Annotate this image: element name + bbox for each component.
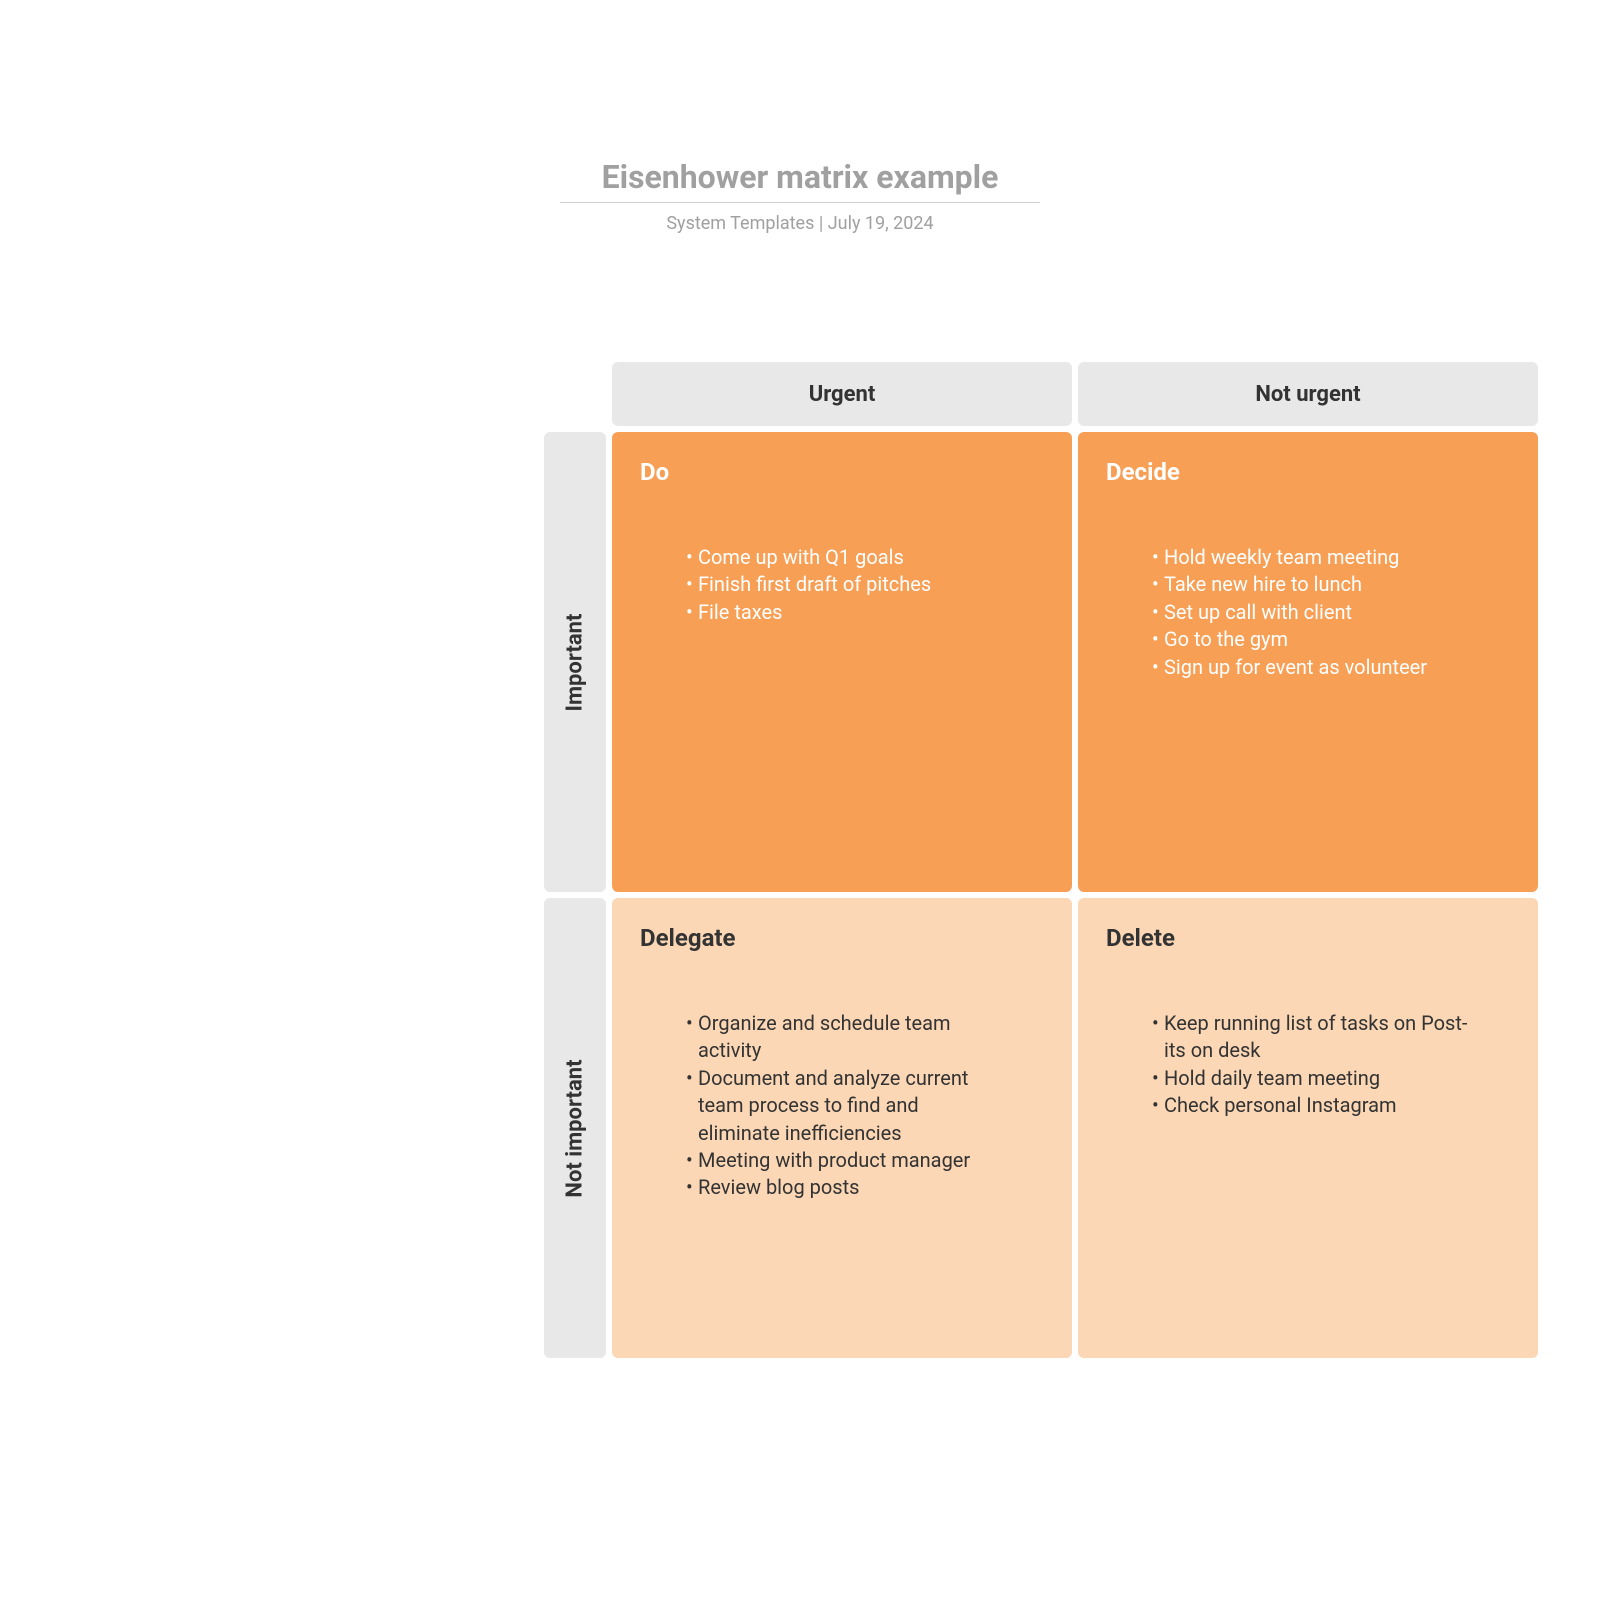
- row-header-not-important-label: Not important: [563, 1059, 588, 1197]
- quadrant-do-title: Do: [640, 458, 1044, 486]
- list-item: Come up with Q1 goals: [686, 544, 1044, 571]
- row-header-important-label: Important: [563, 613, 588, 711]
- row-important: Important Do Come up with Q1 goalsFinish…: [544, 432, 1538, 892]
- column-headers: Urgent Not urgent: [612, 362, 1538, 426]
- list-item: Check personal Instagram: [1152, 1092, 1510, 1119]
- list-item: Sign up for event as volunteer: [1152, 654, 1510, 681]
- list-item: Hold daily team meeting: [1152, 1065, 1510, 1092]
- quadrant-delete-list: Keep running list of tasks on Post-its o…: [1106, 1010, 1510, 1120]
- row-header-important: Important: [544, 432, 606, 892]
- list-item: Organize and schedule team activity: [686, 1010, 1044, 1065]
- list-item: Review blog posts: [686, 1174, 1044, 1201]
- eisenhower-matrix: Urgent Not urgent Important Do Come up w…: [544, 362, 1538, 1358]
- subtitle-separator: |: [814, 213, 827, 234]
- title-underline: [560, 202, 1040, 203]
- page-subtitle: System Templates | July 19, 2024: [560, 213, 1040, 234]
- quadrant-decide: Decide Hold weekly team meetingTake new …: [1078, 432, 1538, 892]
- list-item: Set up call with client: [1152, 599, 1510, 626]
- quadrant-decide-title: Decide: [1106, 458, 1510, 486]
- list-item: Keep running list of tasks on Post-its o…: [1152, 1010, 1510, 1065]
- list-item: Go to the gym: [1152, 626, 1510, 653]
- subtitle-author: System Templates: [666, 213, 814, 234]
- column-header-urgent: Urgent: [612, 362, 1072, 426]
- quadrant-decide-list: Hold weekly team meetingTake new hire to…: [1106, 544, 1510, 681]
- list-item: Finish first draft of pitches: [686, 571, 1044, 598]
- header: Eisenhower matrix example System Templat…: [560, 158, 1040, 234]
- quadrant-delegate: Delegate Organize and schedule team acti…: [612, 898, 1072, 1358]
- row-not-important: Not important Delegate Organize and sche…: [544, 898, 1538, 1358]
- list-item: Hold weekly team meeting: [1152, 544, 1510, 571]
- subtitle-date: July 19, 2024: [828, 213, 934, 234]
- list-item: Take new hire to lunch: [1152, 571, 1510, 598]
- quadrant-delete-title: Delete: [1106, 924, 1510, 952]
- list-item: Document and analyze current team proces…: [686, 1065, 1044, 1147]
- quadrant-delegate-title: Delegate: [640, 924, 1044, 952]
- quadrant-delete: Delete Keep running list of tasks on Pos…: [1078, 898, 1538, 1358]
- list-item: File taxes: [686, 599, 1044, 626]
- column-header-not-urgent: Not urgent: [1078, 362, 1538, 426]
- quadrant-do: Do Come up with Q1 goalsFinish first dra…: [612, 432, 1072, 892]
- quadrant-do-list: Come up with Q1 goalsFinish first draft …: [640, 544, 1044, 626]
- quadrant-delegate-list: Organize and schedule team activityDocum…: [640, 1010, 1044, 1202]
- page-title: Eisenhower matrix example: [560, 158, 1040, 202]
- row-header-not-important: Not important: [544, 898, 606, 1358]
- list-item: Meeting with product manager: [686, 1147, 1044, 1174]
